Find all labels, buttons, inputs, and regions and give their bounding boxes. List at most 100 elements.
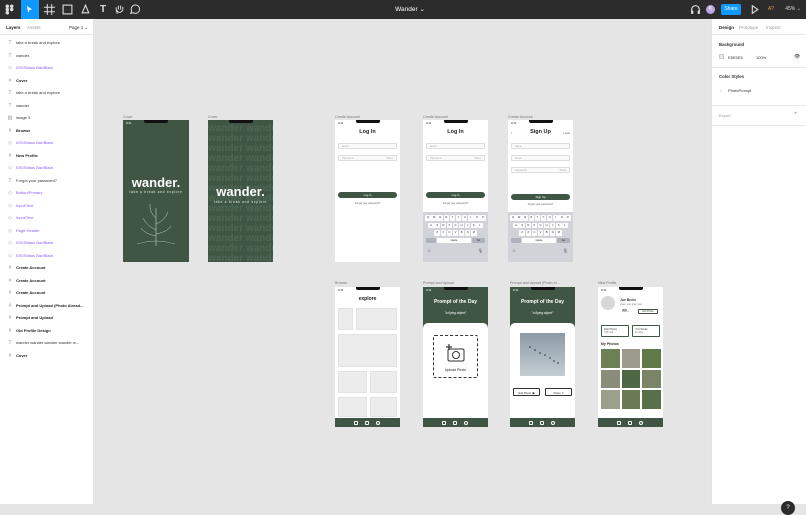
key-n[interactable]: N (464, 230, 471, 236)
photo-thumbnail[interactable] (621, 390, 640, 409)
microphone-icon[interactable]: 🎙 (563, 248, 568, 253)
file-title[interactable]: Wander ⌄ (380, 0, 440, 19)
camera-tab-icon[interactable] (540, 420, 544, 425)
text-tool-icon[interactable]: T (98, 3, 108, 16)
show-password-link[interactable]: Show (475, 156, 482, 162)
layer-row[interactable]: # Prompt and Upload (Photo Alread... (0, 300, 94, 313)
key-a[interactable]: A (428, 222, 434, 228)
canvas[interactable]: Cover 9:41 wander. take a break and expl… (95, 19, 795, 515)
headphones-icon[interactable] (690, 3, 700, 16)
emoji-icon[interactable]: ☺ (427, 248, 431, 253)
photo-thumbnail[interactable] (642, 369, 661, 388)
home-tab-icon[interactable] (354, 420, 358, 425)
key-g[interactable]: G (452, 222, 459, 228)
key-u[interactable]: U (546, 215, 553, 221)
key-e[interactable]: E (522, 215, 529, 221)
key-w[interactable]: W (431, 215, 437, 221)
signup-button[interactable]: Sign Up (511, 194, 570, 200)
key-h[interactable]: H (543, 222, 550, 228)
layer-row[interactable]: # New Profile (0, 150, 94, 163)
layer-row[interactable]: ◇ Input/Text (0, 200, 94, 213)
photo-placeholder[interactable] (338, 397, 367, 417)
show-password-link[interactable]: Show (560, 168, 567, 174)
photo-placeholder[interactable] (338, 334, 397, 367)
avatar[interactable] (601, 296, 615, 310)
tab-layers[interactable]: Layers (6, 25, 21, 30)
key-j[interactable]: J (464, 222, 471, 228)
frame-profile[interactable]: 9:41 Joe Bruin sleep, eat, pray, love 40… (598, 287, 663, 427)
frame-cover-pattern[interactable]: wander wander wander wander wander wande… (208, 120, 273, 262)
color-style-item[interactable]: PhotoPrompt (728, 88, 751, 93)
layer-row[interactable]: ◇ iOS/Status Bar/Black (0, 162, 94, 175)
comment-tool-icon[interactable] (129, 3, 140, 16)
key-w[interactable]: W (516, 215, 522, 221)
upload-photo-button[interactable]: Upload Photo (433, 335, 478, 378)
key-f[interactable]: F (531, 222, 538, 228)
tab-design[interactable]: Design (719, 25, 734, 30)
key-k[interactable]: K (556, 222, 562, 228)
key-p[interactable]: P (480, 215, 486, 221)
past-photos-card[interactable]: Past Photos 138 total (601, 325, 629, 337)
key-q[interactable]: Q (425, 215, 431, 221)
photo-thumbnail[interactable] (601, 369, 620, 388)
emoji-icon[interactable]: ☺ (512, 248, 516, 253)
email-field[interactable]: Email (511, 155, 570, 161)
key-i[interactable]: I (467, 215, 474, 221)
background-swatch[interactable] (719, 54, 724, 59)
key-t[interactable]: T (449, 215, 456, 221)
key-d[interactable]: D (440, 222, 447, 228)
tab-assets[interactable]: Assets (27, 25, 41, 30)
login-link[interactable]: Login (563, 131, 570, 135)
camera-tab-icon[interactable] (365, 420, 369, 425)
password-field[interactable]: Password Show (426, 155, 485, 161)
numbers-key[interactable] (511, 237, 521, 243)
key-o[interactable]: O (559, 215, 565, 221)
frame-browse[interactable]: 9:41 explore (335, 287, 400, 427)
present-icon[interactable] (749, 3, 759, 16)
key-o[interactable]: O (474, 215, 480, 221)
photo-thumbnail[interactable] (621, 369, 640, 388)
layer-row[interactable]: # Cover (0, 75, 94, 88)
profile-tab-icon[interactable] (376, 420, 380, 425)
space-key[interactable]: space (522, 237, 556, 243)
key-a[interactable]: A (513, 222, 519, 228)
layer-row[interactable]: # Create Account (0, 275, 94, 288)
login-button[interactable]: Log In (338, 192, 397, 198)
profile-tab-icon[interactable] (639, 420, 643, 425)
key-t[interactable]: T (534, 215, 541, 221)
layer-row[interactable]: ▨ image 3 (0, 112, 94, 125)
zoom-menu[interactable]: 45% ⌄ (784, 3, 802, 16)
microphone-icon[interactable]: 🎙 (478, 248, 483, 253)
forgot-password-link[interactable]: Forgot your password? (423, 202, 488, 205)
layer-row[interactable]: ◇ iOS/Status Bar/Black (0, 62, 94, 75)
key-g[interactable]: G (537, 222, 544, 228)
key-m[interactable]: M (556, 230, 562, 236)
key-b[interactable]: B (543, 230, 550, 236)
avatar[interactable]: K (706, 5, 715, 14)
frame-prompt-upload[interactable]: 9:41 Prompt of the Day "a flying object"… (423, 287, 488, 427)
hand-tool-icon[interactable] (114, 3, 124, 16)
layer-row[interactable]: Ttake a break and explore (0, 87, 94, 100)
camera-tab-icon[interactable] (453, 420, 457, 425)
key-s[interactable]: S (434, 222, 440, 228)
key-e[interactable]: E (437, 215, 444, 221)
photo-placeholder[interactable] (338, 308, 353, 330)
background-opacity[interactable]: 100% (756, 55, 766, 60)
library-button[interactable]: A? (766, 3, 776, 16)
email-field[interactable]: Email (338, 143, 397, 149)
key-x[interactable]: X (525, 230, 532, 236)
page-selector[interactable]: Page 1 ⌄ (69, 25, 88, 31)
layer-row[interactable]: ◇ Input/Text (0, 212, 94, 225)
key-x[interactable]: X (440, 230, 447, 236)
photo-placeholder[interactable] (370, 371, 397, 393)
chevron-right-icon[interactable]: › (720, 88, 721, 93)
layer-row[interactable]: Ttake a break and explore (0, 37, 94, 50)
login-button[interactable]: Log In (426, 192, 485, 198)
help-button[interactable]: ? (781, 501, 795, 515)
home-tab-icon[interactable] (617, 420, 621, 425)
forgot-password-link[interactable]: Forgot your password? (508, 203, 573, 206)
tab-inspect[interactable]: Inspect (766, 25, 781, 30)
photo-placeholder[interactable] (338, 371, 367, 393)
home-tab-icon[interactable] (529, 420, 533, 425)
key-y[interactable]: Y (540, 215, 547, 221)
